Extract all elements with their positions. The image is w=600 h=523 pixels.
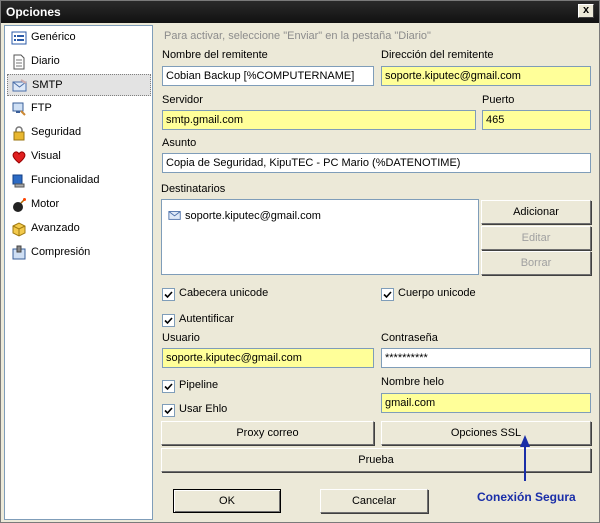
checkmark-icon	[164, 407, 173, 415]
sidebar-item-label: Visual	[31, 150, 61, 162]
subject-field[interactable]: Copia de Seguridad, KipuTEC - PC Mario (…	[162, 153, 591, 173]
password-label: Contraseña	[381, 332, 438, 344]
sidebar-item-funcionalidad[interactable]: Funcionalidad	[7, 170, 151, 192]
add-recipient-button[interactable]: Adicionar	[481, 200, 591, 224]
mail-icon	[12, 79, 27, 92]
edit-recipient-button[interactable]: Editar	[481, 226, 591, 250]
sidebar-item-compresion[interactable]: Compresión	[7, 242, 151, 264]
list-item[interactable]: soporte.kiputec@gmail.com	[168, 208, 321, 222]
heart-icon	[12, 151, 26, 164]
delete-recipient-button[interactable]: Borrar	[481, 251, 591, 275]
proxy-button-label: Proxy correo	[236, 427, 299, 439]
sidebar-item-generico[interactable]: Genérico	[7, 27, 151, 49]
close-icon: x	[582, 4, 590, 16]
checkmark-icon	[164, 291, 173, 299]
arrow-up-icon	[520, 435, 530, 481]
helo-name-label: Nombre helo	[381, 376, 444, 388]
sidebar-item-label: Avanzado	[31, 222, 80, 234]
recipients-label: Destinatarios	[161, 183, 226, 195]
ssl-button-label: Opciones SSL	[450, 427, 522, 439]
close-button[interactable]: x	[578, 4, 594, 18]
ssl-options-button[interactable]: Opciones SSL	[381, 421, 591, 445]
body-unicode-label: Cuerpo unicode	[398, 287, 476, 299]
header-unicode-label: Cabecera unicode	[179, 287, 269, 299]
checkmark-icon	[164, 383, 173, 391]
recipient-address: soporte.kiputec@gmail.com	[185, 210, 321, 222]
options-dialog: Opciones x Genérico Diario SMTP FTP Segu…	[0, 0, 600, 523]
password-field[interactable]: **********	[381, 348, 591, 368]
window-title: Opciones	[6, 5, 61, 19]
sidebar-item-seguridad[interactable]: Seguridad	[7, 122, 151, 144]
lock-icon	[13, 126, 25, 141]
sidebar-item-label: Funcionalidad	[31, 174, 100, 186]
test-button-label: Prueba	[358, 454, 394, 466]
ftp-icon	[12, 102, 26, 116]
port-label: Puerto	[482, 94, 515, 106]
port-field[interactable]: 465	[482, 110, 591, 130]
mail-icon	[168, 211, 181, 220]
sender-address-label: Dirección del remitente	[381, 49, 494, 61]
sidebar-item-visual[interactable]: Visual	[7, 146, 151, 168]
body-unicode-checkbox[interactable]	[381, 288, 394, 301]
sidebar-item-label: Seguridad	[31, 126, 82, 138]
cancel-button-label: Cancelar	[351, 495, 397, 507]
header-unicode-checkbox[interactable]	[162, 288, 175, 301]
subject-label: Asunto	[162, 137, 197, 149]
sidebar-item-diario[interactable]: Diario	[7, 51, 151, 73]
cancel-button[interactable]: Cancelar	[320, 489, 428, 513]
sidebar-item-label: Genérico	[31, 31, 76, 43]
sidebar-item-motor[interactable]: Motor	[7, 194, 151, 216]
sender-address-field[interactable]: soporte.kiputec@gmail.com	[381, 66, 591, 86]
proxy-mail-button[interactable]: Proxy correo	[161, 421, 374, 445]
sidebar-item-label: FTP	[31, 102, 52, 114]
server-field[interactable]: smtp.gmail.com	[162, 110, 476, 130]
sender-name-label: Nombre del remitente	[162, 49, 268, 61]
category-list: Genérico Diario SMTP FTP Seguridad Visua…	[4, 25, 153, 520]
monitor-icon	[12, 174, 25, 188]
recipients-list[interactable]: soporte.kiputec@gmail.com	[161, 199, 479, 275]
user-label: Usuario	[162, 332, 200, 344]
sidebar-item-ftp[interactable]: FTP	[7, 98, 151, 120]
compress-icon	[12, 245, 26, 260]
delete-button-label: Borrar	[520, 257, 552, 269]
sender-name-field[interactable]: Cobian Backup [%COMPUTERNAME]	[162, 66, 374, 86]
ok-button[interactable]: OK	[173, 489, 281, 513]
list-icon	[11, 31, 27, 45]
sidebar-item-label: Compresión	[31, 246, 91, 258]
sidebar-item-label: Diario	[31, 55, 60, 67]
pipeline-label: Pipeline	[179, 379, 219, 391]
checkmark-icon	[164, 317, 173, 325]
title-bar: Opciones x	[1, 1, 599, 23]
activation-hint: Para activar, seleccione "Enviar" en la …	[164, 30, 431, 42]
user-field[interactable]: soporte.kiputec@gmail.com	[162, 348, 374, 368]
secure-connection-annotation: Conexión Segura	[477, 490, 576, 504]
sidebar-item-smtp[interactable]: SMTP	[7, 74, 151, 96]
ehlo-checkbox[interactable]	[162, 404, 175, 417]
sidebar-item-avanzado[interactable]: Avanzado	[7, 218, 151, 240]
helo-name-field[interactable]: gmail.com	[381, 393, 591, 413]
server-label: Servidor	[162, 94, 203, 106]
box-icon	[12, 222, 26, 237]
bomb-icon	[13, 198, 26, 212]
checkmark-icon	[383, 291, 392, 299]
sidebar-item-label: SMTP	[32, 79, 63, 91]
add-button-label: Adicionar	[513, 206, 559, 218]
edit-button-label: Editar	[521, 232, 551, 244]
authenticate-checkbox[interactable]	[162, 314, 175, 327]
document-icon	[13, 54, 25, 70]
ok-button-label: OK	[219, 495, 235, 507]
authenticate-label: Autentificar	[179, 313, 235, 325]
ehlo-label: Usar Ehlo	[179, 403, 228, 415]
sidebar-item-label: Motor	[31, 198, 60, 210]
pipeline-checkbox[interactable]	[162, 380, 175, 393]
